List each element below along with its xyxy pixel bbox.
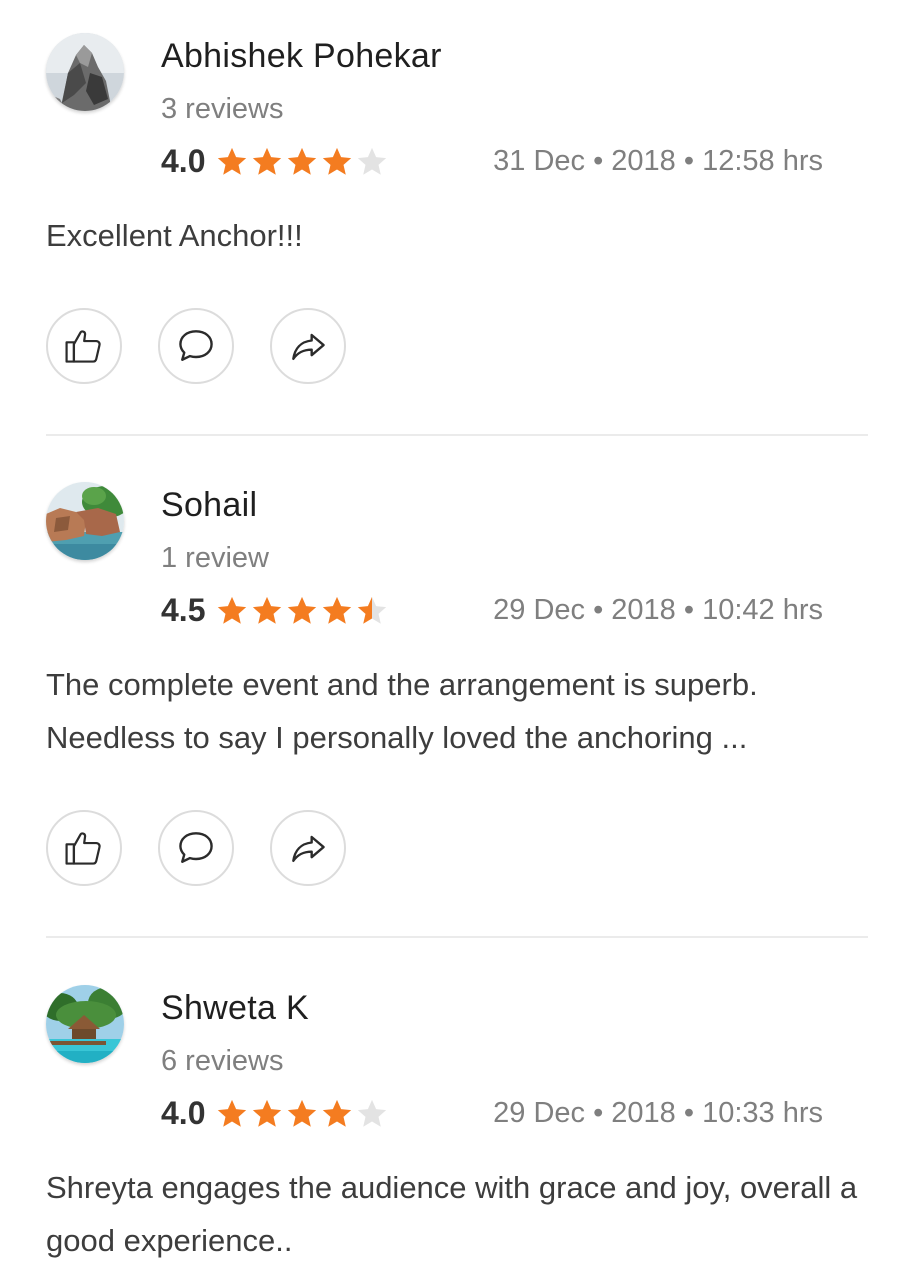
comment-icon <box>179 832 213 863</box>
star-icon <box>358 1099 387 1127</box>
review-count: 3 reviews <box>161 93 284 125</box>
review-count: 6 reviews <box>161 1045 284 1077</box>
star-icon <box>218 147 247 175</box>
review-text: Shreyta engages the audience with grace … <box>46 1170 858 1258</box>
reviewer-name[interactable]: Sohail <box>161 486 257 525</box>
divider <box>46 434 868 436</box>
share-button[interactable] <box>270 308 346 384</box>
resort-avatar-image <box>46 985 124 1063</box>
reviewer-name[interactable]: Abhishek Pohekar <box>161 37 442 76</box>
review-text: The complete event and the arrangement i… <box>46 667 758 755</box>
review-count: 1 review <box>161 542 269 574</box>
avatar[interactable] <box>46 985 124 1063</box>
rating-score: 4.0 <box>161 1095 206 1131</box>
star-icon <box>358 147 387 175</box>
like-button[interactable] <box>46 810 122 886</box>
thumbs-up-icon <box>65 832 101 865</box>
avatar[interactable] <box>46 482 124 560</box>
star-icon <box>253 596 282 624</box>
review-date: 29 Dec • 2018 • 10:42 hrs <box>493 594 823 626</box>
review-actions <box>46 810 382 886</box>
rating: 4.0 <box>161 1095 390 1132</box>
star-icon <box>288 1099 317 1127</box>
comment-icon <box>179 330 213 361</box>
avatar[interactable] <box>46 33 124 111</box>
star-icon <box>253 147 282 175</box>
star-icon <box>323 1099 352 1127</box>
star-rating <box>215 1097 390 1131</box>
star-icon <box>253 1099 282 1127</box>
rating-score: 4.0 <box>161 143 206 179</box>
star-rating <box>215 145 390 179</box>
review-text: Excellent Anchor!!! <box>46 218 303 253</box>
comment-button[interactable] <box>158 810 234 886</box>
share-icon <box>292 333 325 361</box>
star-rating <box>215 594 390 628</box>
review-actions <box>46 308 382 384</box>
star-icon <box>288 147 317 175</box>
review-date: 29 Dec • 2018 • 10:33 hrs <box>493 1097 823 1129</box>
star-icon <box>323 596 352 624</box>
star-icon <box>218 1099 247 1127</box>
like-button[interactable] <box>46 308 122 384</box>
coast-avatar-image <box>46 482 124 560</box>
divider <box>46 936 868 938</box>
comment-button[interactable] <box>158 308 234 384</box>
star-icon <box>288 596 317 624</box>
share-button[interactable] <box>270 810 346 886</box>
rock-avatar-image <box>46 33 124 111</box>
reviewer-name[interactable]: Shweta K <box>161 989 309 1028</box>
rating: 4.5 <box>161 592 390 629</box>
thumbs-up-icon <box>65 330 101 363</box>
share-icon <box>292 835 325 863</box>
rating: 4.0 <box>161 143 390 180</box>
rating-score: 4.5 <box>161 592 206 628</box>
star-icon <box>218 596 247 624</box>
star-icon <box>323 147 352 175</box>
review-date: 31 Dec • 2018 • 12:58 hrs <box>493 145 823 177</box>
star-icon <box>358 596 387 624</box>
